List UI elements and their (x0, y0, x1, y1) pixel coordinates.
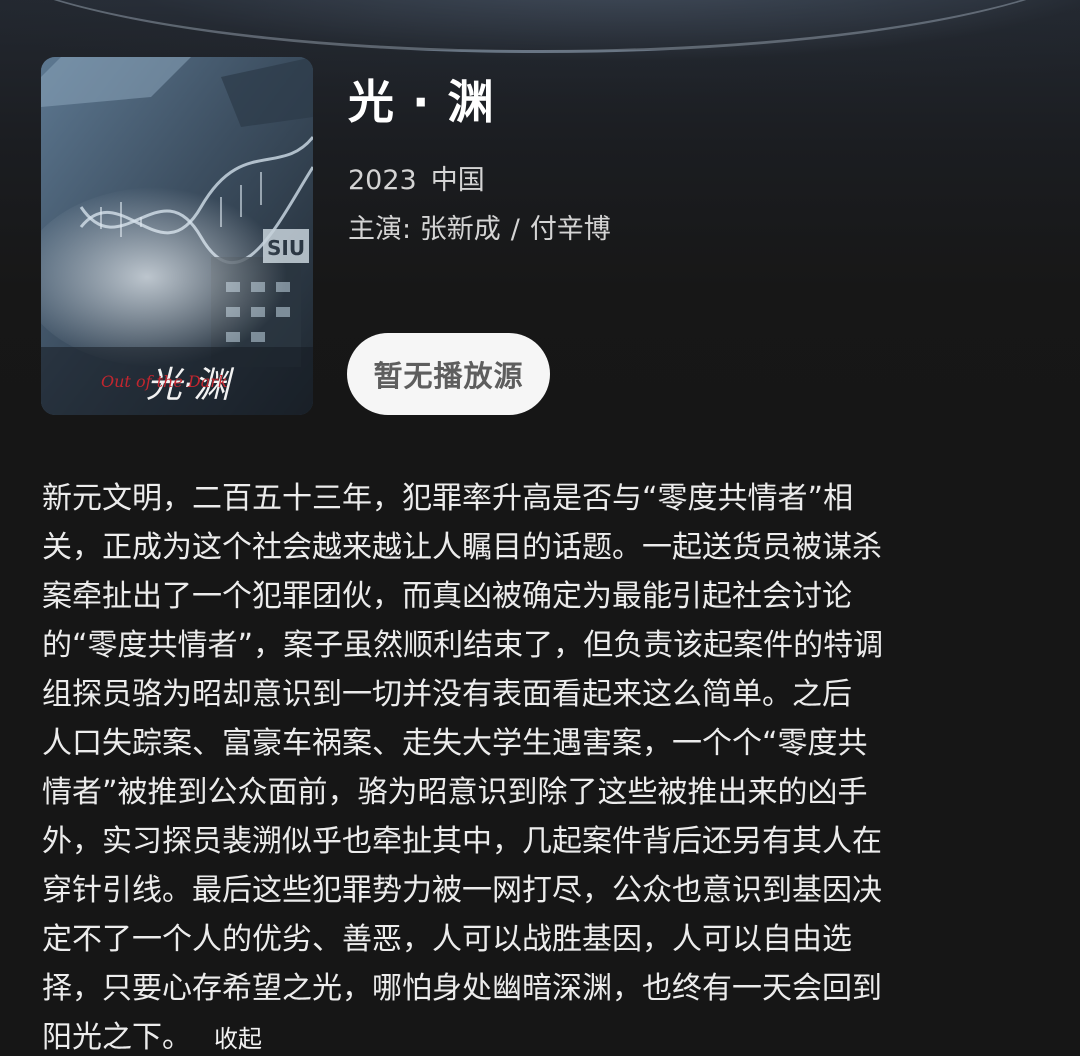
cast-label: 主演: (348, 214, 412, 245)
synopsis-line: 择，只要心存希望之光，哪怕身处幽暗深渊，也终有一天会回到 (42, 971, 882, 1006)
synopsis-line: 新元文明，二百五十三年，犯罪率升高是否与“零度共情者”相 (42, 481, 854, 516)
synopsis-text: 新元文明，二百五十三年，犯罪率升高是否与“零度共情者”相 关，正成为这个社会越来… (42, 474, 1042, 1056)
synopsis-line: 情者”被推到公众面前，骆为昭意识到除了这些被推出来的凶手 (42, 775, 868, 810)
cast-separator: / (510, 214, 520, 245)
movie-country: 中国 (430, 165, 485, 196)
poster-subtitle-text: Out of the Dark (101, 372, 228, 391)
collapse-link[interactable]: 收起 (214, 1025, 262, 1053)
synopsis-line: 外，实习探员裴溯似乎也牵扯其中，几起案件背后还另有其人在 (42, 824, 882, 859)
movie-meta: 2023 中国 (348, 158, 485, 197)
movie-year: 2023 (348, 165, 417, 196)
synopsis-line: 人口失踪案、富豪车祸案、走失大学生遇害案，一个个“零度共 (42, 726, 868, 761)
synopsis-line: 关，正成为这个社会越来越让人瞩目的话题。一起送货员被谋杀 (42, 530, 882, 565)
synopsis-line: 案牵扯出了一个犯罪团伙，而真凶被确定为最能引起社会讨论 (42, 579, 852, 614)
synopsis-line: 阳光之下。 (42, 1020, 192, 1055)
movie-title: 光 · 渊 (348, 75, 495, 129)
synopsis-last-line: 阳光之下。 收起 (42, 1013, 1042, 1056)
no-source-button[interactable]: 暂无播放源 (347, 333, 550, 415)
synopsis-line: 穿针引线。最后这些犯罪势力被一网打尽，公众也意识到基因决 (42, 873, 882, 908)
synopsis-line: 定不了一个人的优劣、善恶，人可以战胜基因，人可以自由选 (42, 922, 852, 957)
movie-cast: 主演: 张新成 / 付辛博 (348, 207, 611, 246)
cast-member[interactable]: 张新成 (420, 214, 501, 245)
movie-detail-page: SIU 光·渊 Out of the Dark 光 · 渊 2023 中国 主演:… (0, 0, 1080, 1056)
movie-poster[interactable]: SIU 光·渊 Out of the Dark (41, 57, 313, 415)
synopsis-line: 组探员骆为昭却意识到一切并没有表面看起来这么简单。之后 (42, 677, 852, 712)
cast-member[interactable]: 付辛博 (530, 214, 611, 245)
synopsis-line: 的“零度共情者”，案子虽然顺利结束了，但负责该起案件的特调 (42, 628, 884, 663)
